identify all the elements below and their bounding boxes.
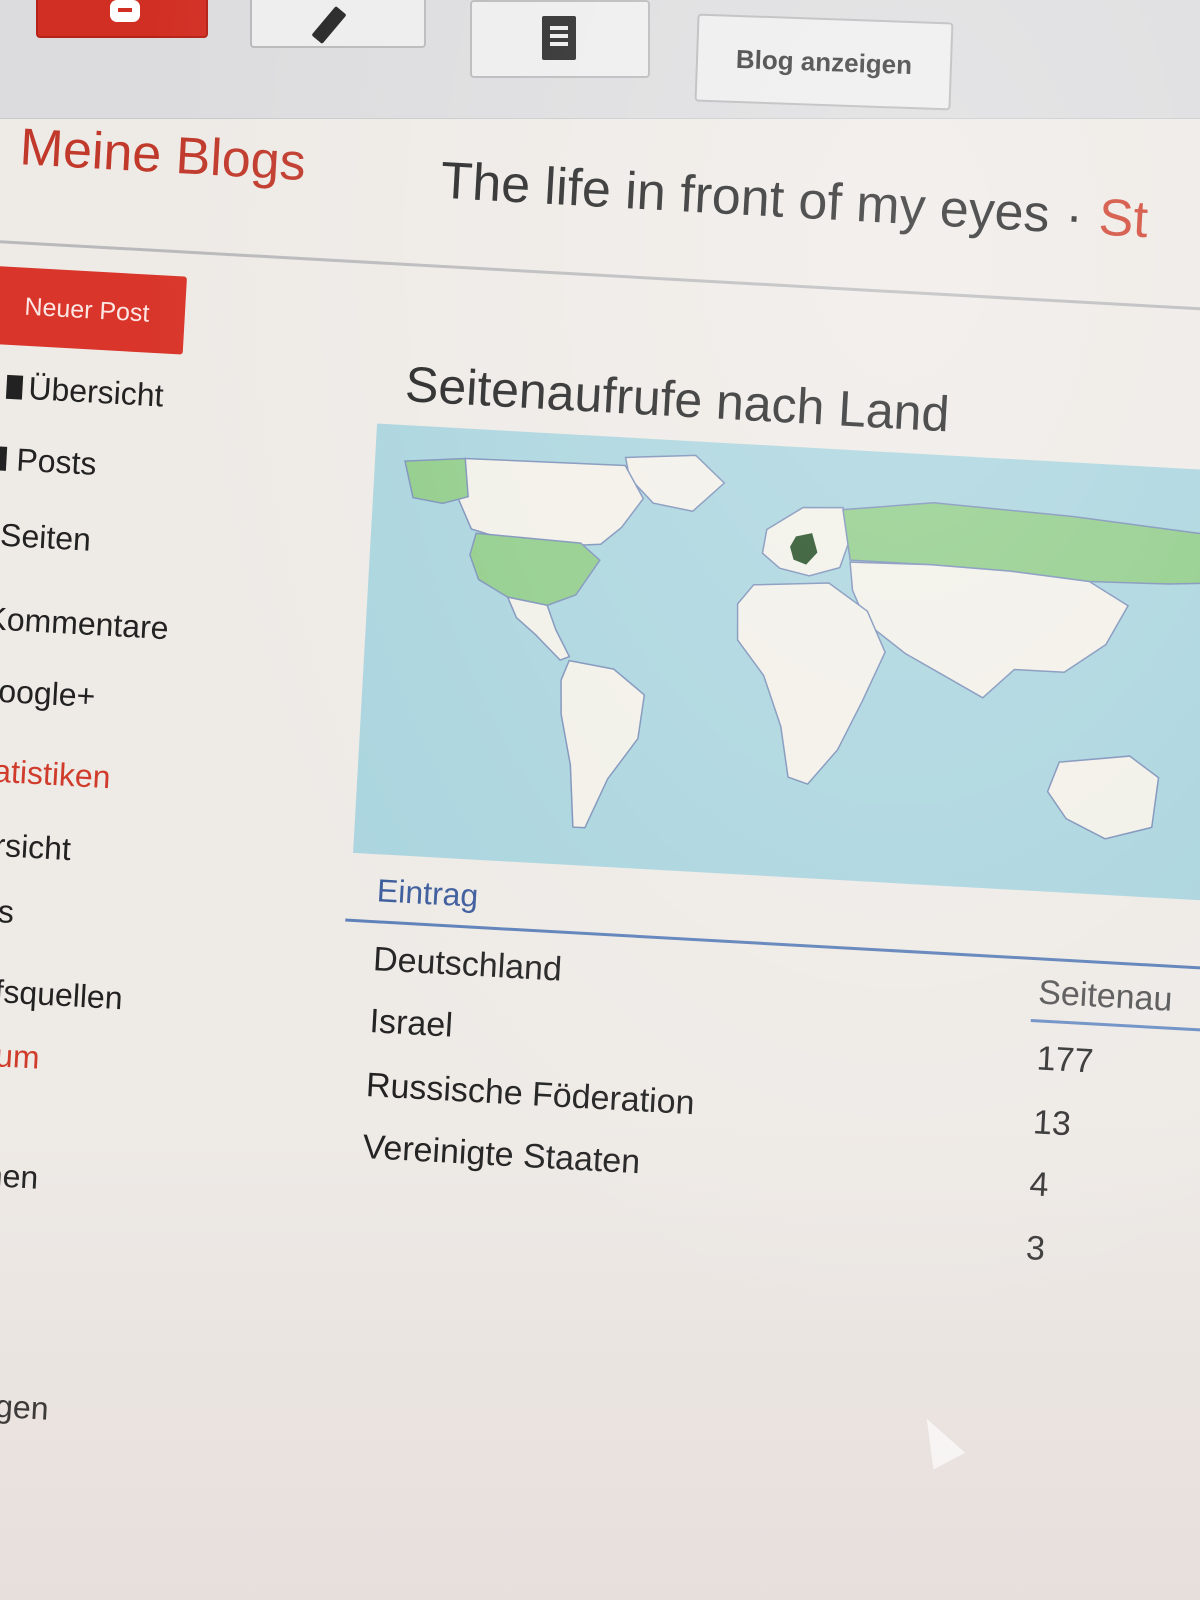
top-toolbar: Blog anzeigen xyxy=(0,0,1200,119)
table-row-views: 4 xyxy=(1028,1165,1050,1205)
sidebar-item-stats[interactable]: Statistiken xyxy=(0,751,112,796)
sidebar-item-pages[interactable]: Seiten xyxy=(0,517,92,559)
title-separator: · xyxy=(1063,186,1085,246)
pages-icon xyxy=(542,16,576,60)
column-header-entry[interactable]: Eintrag xyxy=(376,872,479,915)
sidebar-item-overview[interactable]: Übersicht xyxy=(5,370,165,414)
map-country-usa xyxy=(469,532,601,607)
map-land-australia xyxy=(1046,755,1160,840)
sidebar-item-earnings[interactable]: ahmen xyxy=(0,1154,39,1196)
overview-icon xyxy=(5,374,24,400)
map-land-africa xyxy=(736,582,886,786)
table-row-views: 13 xyxy=(1032,1103,1072,1144)
map-country-alaska xyxy=(404,457,469,505)
content-area: Meine Blogs The life in front of my eyes… xyxy=(0,110,1200,1600)
world-map-svg xyxy=(404,454,1200,840)
sidebar-item-label: Übersicht xyxy=(27,370,165,414)
blog-title: The life in front of my eyes · St xyxy=(439,151,1150,250)
sidebar-item-googleplus[interactable]: Google+ xyxy=(0,671,96,715)
world-map xyxy=(353,423,1200,902)
my-blogs-link[interactable]: Meine Blogs xyxy=(18,117,307,193)
sidebar-subitem-overview[interactable]: bersicht xyxy=(0,825,72,868)
blogger-stats-screen: Blog anzeigen Meine Blogs The life in fr… xyxy=(0,0,1200,1600)
table-row-country: Deutschland xyxy=(372,940,563,989)
new-post-button[interactable]: Neuer Post xyxy=(0,265,187,355)
table-row-views: 3 xyxy=(1025,1229,1047,1269)
views-header-divider xyxy=(1030,1018,1200,1033)
sidebar-item-label: Posts xyxy=(15,441,98,482)
sidebar-item-posts[interactable]: Posts xyxy=(0,441,98,482)
blogger-logo-icon xyxy=(110,0,140,22)
map-land-asia xyxy=(849,561,1130,699)
sidebar-item-settings[interactable]: ellungen xyxy=(0,1384,50,1428)
view-blog-button[interactable]: Blog anzeigen xyxy=(694,13,954,111)
sidebar-subitem-traffic-sources[interactable]: griffsquellen xyxy=(0,971,124,1018)
table-row-views: 177 xyxy=(1035,1039,1095,1081)
pencil-icon xyxy=(311,5,347,45)
table-row-country: Russische Föderation xyxy=(365,1065,696,1123)
pages-toolbar-button[interactable] xyxy=(470,0,650,78)
table-row-country: Vereinigte Staaten xyxy=(361,1127,642,1182)
map-land-south-america xyxy=(560,659,646,829)
map-land-central-america xyxy=(506,596,571,662)
blog-name: The life in front of my eyes xyxy=(439,151,1052,244)
posts-icon xyxy=(0,446,8,471)
sidebar-subitem-posts[interactable]: osts xyxy=(0,891,15,931)
sidebar-item-comments[interactable]: Kommentare xyxy=(0,600,170,647)
column-header-views[interactable]: Seitenau xyxy=(1037,973,1173,1019)
section-name: St xyxy=(1097,188,1150,250)
blogger-logo-button[interactable] xyxy=(36,0,208,38)
new-post-toolbar-button[interactable] xyxy=(250,0,426,48)
sidebar-subitem-audience[interactable]: blikum xyxy=(0,1035,41,1077)
table-row-country: Israel xyxy=(368,1002,454,1045)
